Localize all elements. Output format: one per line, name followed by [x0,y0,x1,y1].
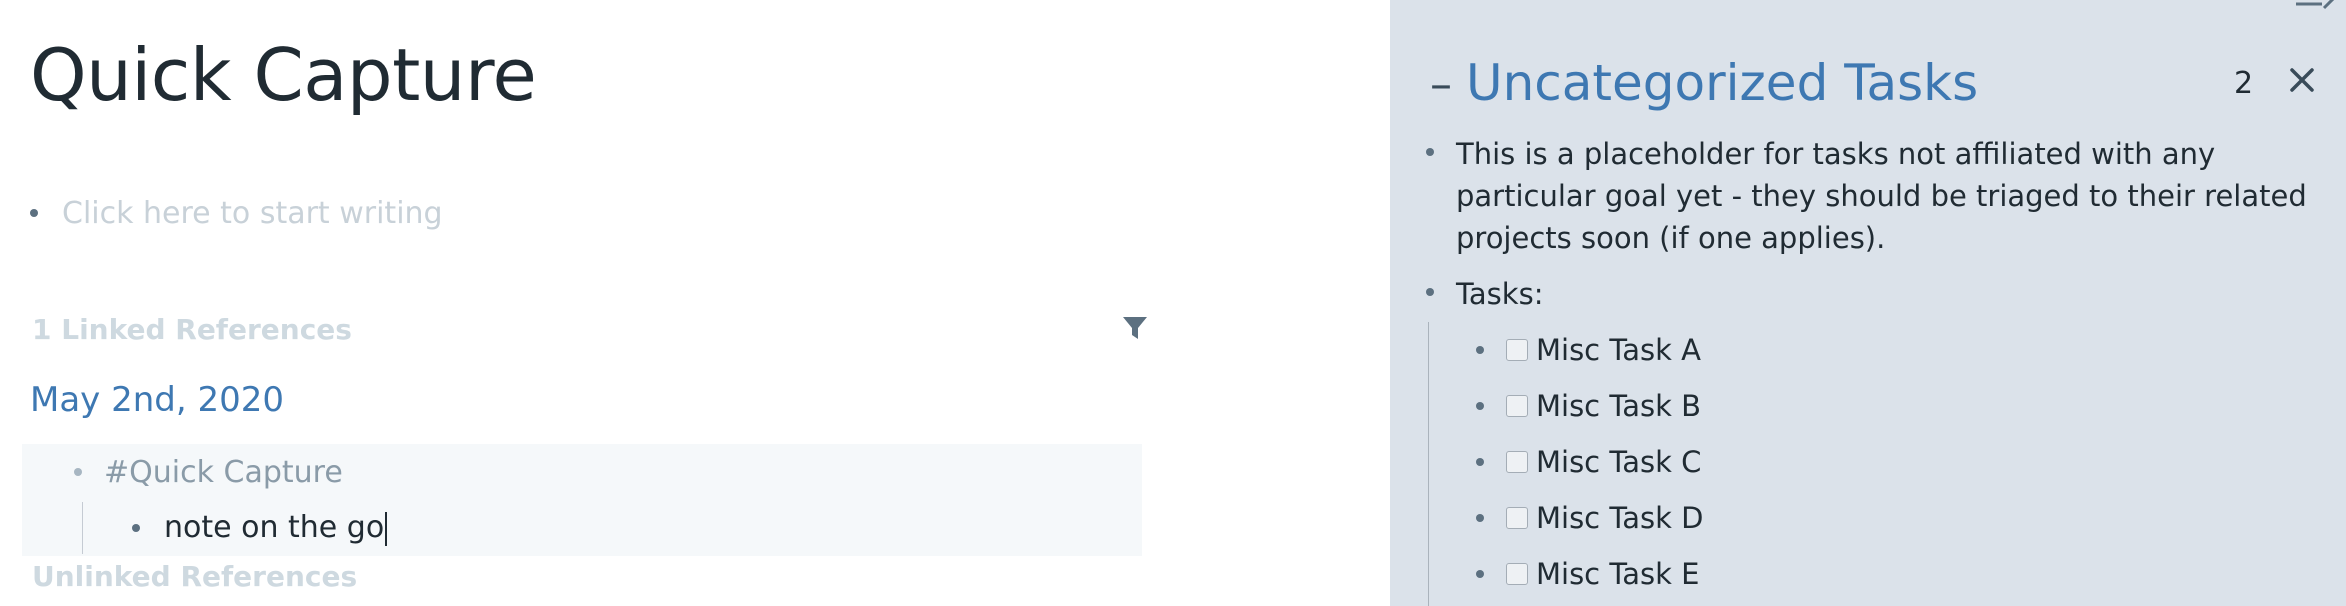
block-bullet[interactable] [1476,402,1484,410]
block-bullet[interactable] [1476,346,1484,354]
close-icon[interactable] [2288,66,2316,94]
tag-block[interactable]: #Quick Capture [74,452,343,492]
child-indent-line [1428,322,1429,606]
start-writing-placeholder[interactable]: Click here to start writing [62,196,443,231]
block-bullet[interactable] [1476,570,1484,578]
tasks-label[interactable]: Tasks: [1456,273,1543,315]
collapse-card-icon[interactable]: – [1430,60,1452,110]
block-bullet[interactable] [132,524,140,532]
todo-checkbox[interactable] [1506,395,1528,417]
task-label[interactable]: Misc Task D [1536,501,1704,535]
block-bullet[interactable] [74,468,82,476]
task-label[interactable]: Misc Task E [1536,557,1699,591]
unlinked-references-heading[interactable]: Unlinked References [32,560,357,593]
task-item[interactable]: Misc Task A [1476,329,1701,371]
page-title[interactable]: Quick Capture [30,30,537,120]
empty-block[interactable]: Click here to start writing [30,196,443,231]
block-bullet[interactable] [1426,288,1434,296]
tasks-block[interactable]: Tasks: [1426,273,1543,315]
sidebar-menu-icon[interactable] [2296,0,2336,12]
block-bullet[interactable] [1426,148,1434,156]
right-sidebar: – Uncategorized Tasks 2 This is a placeh… [1390,0,2346,606]
task-label[interactable]: Misc Task C [1536,445,1701,479]
filter-icon[interactable] [1120,313,1150,343]
task-item[interactable]: Misc Task D [1476,497,1704,539]
todo-checkbox[interactable] [1506,451,1528,473]
sidebar-card-count: 2 [2234,66,2254,101]
description-text[interactable]: This is a placeholder for tasks not affi… [1456,133,2316,259]
block-bullet[interactable] [30,209,38,217]
description-block[interactable]: This is a placeholder for tasks not affi… [1426,133,2316,259]
note-text-value: note on the go [164,510,385,546]
task-label[interactable]: Misc Task A [1536,333,1701,367]
child-indent-line [82,502,83,554]
note-text[interactable]: note on the go [164,510,388,546]
sidebar-card-title[interactable]: Uncategorized Tasks [1466,52,1978,114]
quick-capture-tag[interactable]: #Quick Capture [104,455,343,490]
task-label[interactable]: Misc Task B [1536,389,1701,423]
block-bullet[interactable] [1476,514,1484,522]
todo-checkbox[interactable] [1506,339,1528,361]
main-page: Quick Capture Click here to start writin… [0,0,1390,606]
task-item[interactable]: Misc Task B [1476,385,1701,427]
reference-page-link[interactable]: May 2nd, 2020 [30,380,284,420]
task-item[interactable]: Misc Task E [1476,553,1699,595]
linked-references-heading[interactable]: 1 Linked References [32,313,352,346]
reference-block: #Quick Capture note on the go [22,444,1142,556]
todo-checkbox[interactable] [1506,563,1528,585]
block-bullet[interactable] [1476,458,1484,466]
note-block[interactable]: note on the go [132,508,388,548]
todo-checkbox[interactable] [1506,507,1528,529]
task-item[interactable]: Misc Task C [1476,441,1701,483]
text-caret [385,511,388,546]
